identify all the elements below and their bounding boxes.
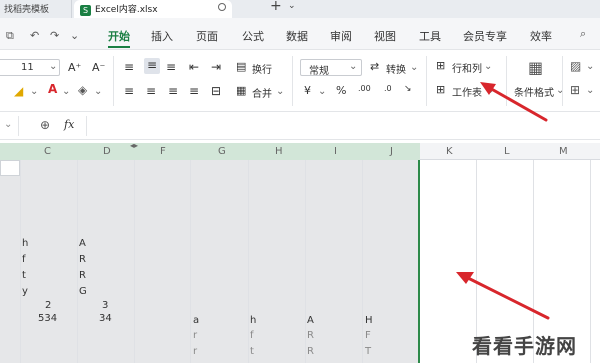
annotation-arrow-ribbon: [480, 82, 548, 122]
annotation-arrows: [456, 82, 550, 320]
watermark-text: 看看手游网: [472, 334, 577, 358]
annotation-arrow-grid: [456, 272, 550, 320]
